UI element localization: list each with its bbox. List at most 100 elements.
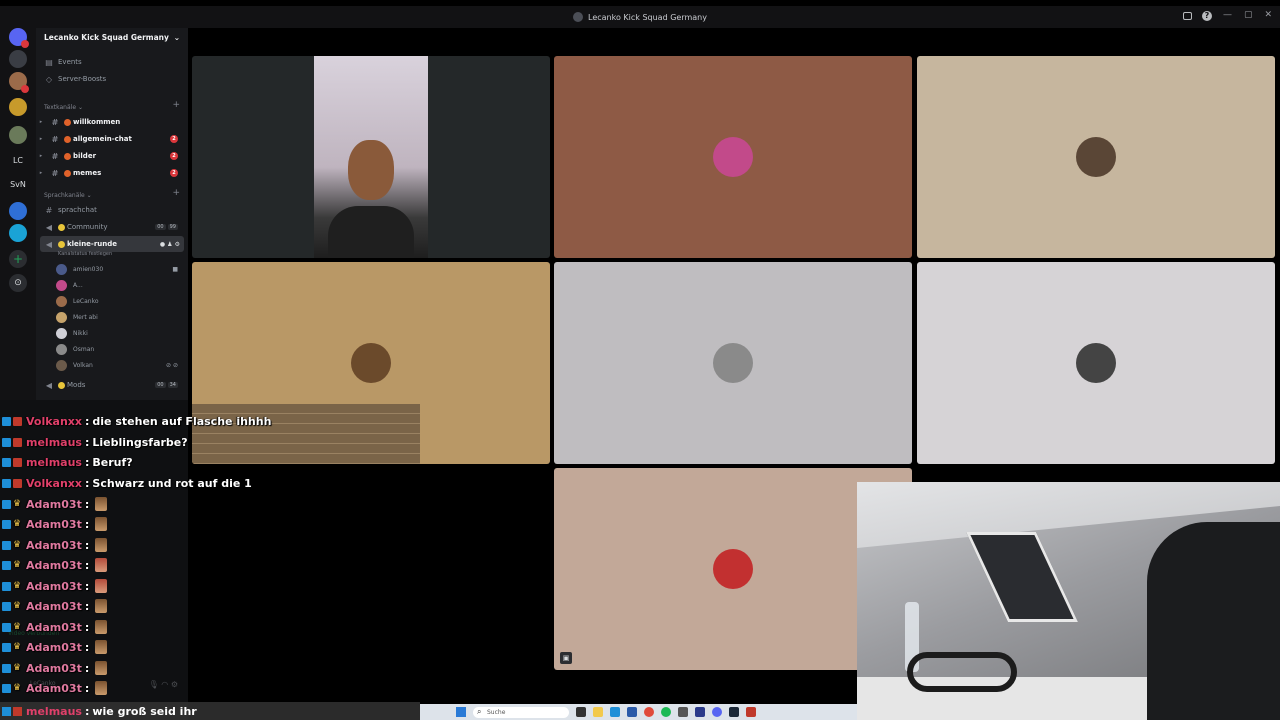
voice-member[interactable]: Osman: [56, 342, 180, 356]
hash-icon: #: [51, 168, 59, 178]
edge-icon[interactable]: [610, 707, 620, 717]
chat-message-latest: melmaus: wie groß seid ihr: [0, 702, 420, 720]
channel-status-hint[interactable]: Kanalstatus festlegen: [58, 251, 112, 257]
server-icon[interactable]: [9, 202, 27, 220]
server-icon[interactable]: [9, 98, 27, 116]
chat-message: ♛ Adam03t:: [2, 556, 108, 574]
speaker-icon: ◀: [45, 222, 53, 232]
app-icon[interactable]: [746, 707, 756, 717]
member-name: Mert abi: [73, 313, 98, 321]
chat-user-settings-icons[interactable]: ● ♟ ⚙: [160, 241, 180, 248]
member-name: Volkan: [73, 361, 93, 369]
channel-willkommen[interactable]: ▸ # willkommen: [36, 114, 188, 130]
voice-member[interactable]: Nikki: [56, 326, 180, 340]
emote-icon: [95, 497, 108, 511]
channel-allgemein-chat[interactable]: ▸ # allgemein-chat 2: [36, 131, 188, 147]
chevron-down-icon: ⌄: [173, 32, 180, 42]
task-view-icon[interactable]: [576, 707, 586, 717]
mention-badge: 2: [170, 152, 178, 160]
voice-member[interactable]: LeCanko: [56, 294, 180, 308]
voice-member[interactable]: amien030 ■: [56, 262, 180, 276]
channel-sprachchat[interactable]: # sprachchat: [36, 202, 188, 218]
events-item[interactable]: ▤ Events: [36, 54, 188, 70]
chat-text: Beruf?: [92, 455, 133, 469]
caret-right-icon: ▸: [39, 119, 43, 125]
add-channel-icon[interactable]: +: [172, 188, 180, 198]
discord-icon[interactable]: [712, 707, 722, 717]
chat-message: ♛ Adam03t:: [2, 597, 108, 615]
server-icon[interactable]: [9, 126, 27, 144]
discover-icon[interactable]: ⊙: [9, 274, 27, 292]
voice-channel-mods[interactable]: ◀ Mods 00 34: [36, 377, 188, 393]
voice-member[interactable]: Mert abi: [56, 310, 180, 324]
user-limit: 99: [167, 224, 178, 230]
category-voice-channels[interactable]: Sprachkanäle ⌄: [44, 192, 92, 199]
caret-right-icon: ▸: [39, 153, 43, 159]
crown-icon: ♛: [13, 621, 22, 632]
app-icon[interactable]: [678, 707, 688, 717]
channel-bilder[interactable]: ▸ # bilder 2: [36, 148, 188, 164]
chat-text: Schwarz und rot auf die 1: [92, 476, 252, 490]
maximize-button[interactable]: ▢: [1244, 10, 1253, 20]
store-icon[interactable]: [627, 707, 637, 717]
chat-message: ♛ Adam03t:: [2, 638, 108, 656]
emote-icon: [95, 661, 108, 675]
chat-message: ♛ Adam03t:: [2, 515, 108, 533]
voice-channel-kleine-runde[interactable]: ◀ kleine-runde ● ♟ ⚙: [40, 236, 184, 252]
channel-memes[interactable]: ▸ # memes 2: [36, 165, 188, 181]
category-text-channels[interactable]: Textkanäle ⌄: [44, 104, 83, 111]
category-label: Sprachkanäle: [44, 192, 85, 199]
server-letter-icon[interactable]: SvN: [6, 180, 30, 189]
chat-message: ♛ Adam03t:: [2, 495, 108, 513]
video-tile[interactable]: [917, 56, 1275, 258]
boost-icon: ◇: [45, 74, 53, 84]
badge-icon: [2, 622, 11, 632]
windows-start-icon[interactable]: [456, 707, 466, 717]
server-letter-icon[interactable]: LC: [6, 156, 30, 165]
voice-channel-community[interactable]: ◀ Community 00 99: [36, 219, 188, 235]
taskbar-search[interactable]: Suche: [473, 706, 569, 718]
minimize-button[interactable]: —: [1223, 10, 1232, 20]
server-icon[interactable]: [9, 224, 27, 242]
add-channel-icon[interactable]: +: [172, 100, 180, 110]
voice-member[interactable]: Volkan ⊘ ⊘: [56, 358, 180, 372]
file-explorer-icon[interactable]: [593, 707, 603, 717]
taskbar: Suche: [420, 704, 857, 720]
chat-message: ♛ Adam03t:: [2, 536, 108, 554]
avatar: [1076, 137, 1116, 177]
badge-icon: [2, 478, 11, 488]
channel-label: Mods: [67, 381, 86, 389]
emote-icon: [95, 599, 108, 613]
close-button[interactable]: ✕: [1264, 10, 1272, 20]
video-tile[interactable]: [554, 56, 912, 258]
inbox-icon[interactable]: [1183, 12, 1192, 20]
video-tile[interactable]: [554, 262, 912, 464]
server-badge: [21, 40, 29, 48]
channel-emoji-icon: [58, 381, 65, 389]
chat-username: Volkanxx: [26, 414, 82, 428]
badge-icon: [2, 560, 11, 570]
participant-face: [348, 140, 394, 200]
spotify-icon[interactable]: [661, 707, 671, 717]
chrome-icon[interactable]: [644, 707, 654, 717]
video-tile[interactable]: [917, 262, 1275, 464]
server-header[interactable]: Lecanko Kick Squad Germany ⌄: [36, 28, 188, 46]
add-server-icon[interactable]: +: [9, 250, 27, 268]
channel-label: sprachchat: [58, 206, 97, 214]
voice-member[interactable]: A...: [56, 278, 180, 292]
webcam-headset: [907, 652, 1017, 692]
events-label: Events: [58, 58, 82, 66]
app-icon[interactable]: [695, 707, 705, 717]
mention-badge: 2: [170, 135, 178, 143]
chat-username: Volkanxx: [26, 476, 82, 490]
crown-icon: ♛: [13, 600, 22, 611]
video-tile-camera[interactable]: [192, 56, 550, 258]
steam-icon[interactable]: [729, 707, 739, 717]
emote-icon: [95, 538, 108, 552]
help-icon[interactable]: ?: [1202, 11, 1212, 21]
server-icon[interactable]: [9, 50, 27, 68]
screen-share-icon[interactable]: ▣: [560, 652, 572, 664]
boosts-item[interactable]: ◇ Server-Boosts: [36, 71, 188, 87]
chat-username: Adam03t: [26, 497, 82, 511]
avatar: [713, 343, 753, 383]
